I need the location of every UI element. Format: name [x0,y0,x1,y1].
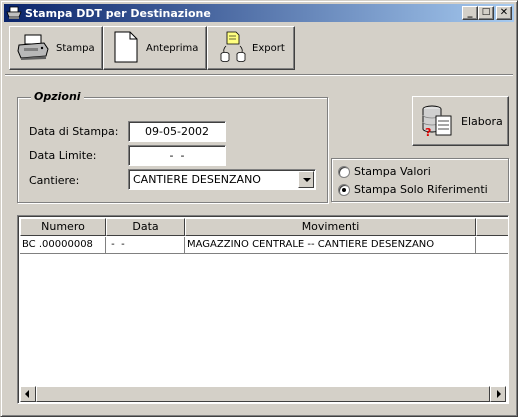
cell-numero[interactable]: BC .00000008 [20,237,106,254]
table-row[interactable]: BC .00000008 - - MAGAZZINO CENTRALE -- C… [20,237,508,254]
horizontal-scrollbar[interactable] [20,386,506,402]
stampa-label: Stampa [56,42,95,54]
minimize-button[interactable]: _ [462,6,478,20]
column-header-data[interactable]: Data [106,218,185,236]
radio-stampa-valori[interactable]: Stampa Valori [338,165,431,178]
opzioni-group: Opzioni Data di Stampa: 09-05-2002 Data … [17,90,328,203]
column-header-movimenti[interactable]: Movimenti [185,218,476,236]
data-stampa-field[interactable]: 09-05-2002 [128,121,226,142]
data-limite-label: Data Limite: [29,149,97,162]
database-question-icon: ? [421,103,453,140]
export-button[interactable]: Export [207,26,295,70]
opzioni-title: Opzioni [31,90,84,103]
title-bar: Stampa DDT per Destinazione _ □ ✕ [4,4,514,22]
close-button[interactable]: ✕ [496,6,512,20]
cantiere-select[interactable]: CANTIERE DESENZANO [128,169,316,190]
page-icon [114,31,138,66]
scroll-left-icon[interactable] [20,386,36,402]
grid-header: Numero Data Movimenti [20,218,508,236]
toolbar-separator [5,74,513,76]
radio-stampa-riferimenti[interactable]: Stampa Solo Riferimenti [338,183,488,196]
cell-movimenti[interactable]: MAGAZZINO CENTRALE -- CANTIERE DESENZANO [185,237,476,254]
cell-data[interactable]: - - [106,237,185,254]
anteprima-button[interactable]: Anteprima [103,26,207,70]
cell-extra[interactable] [476,237,508,254]
scroll-thumb[interactable] [36,386,490,402]
main-window: Stampa DDT per Destinazione _ □ ✕ Stampa [0,0,518,417]
elabora-label: Elabora [461,114,503,128]
chevron-down-icon[interactable] [298,171,314,188]
svg-text:?: ? [425,126,431,137]
export-label: Export [252,42,285,54]
printer-icon [16,33,50,64]
scroll-right-icon[interactable] [490,386,506,402]
cantiere-value: CANTIERE DESENZANO [133,173,261,186]
stampa-button[interactable]: Stampa [9,26,103,70]
stampa-riferimenti-label: Stampa Solo Riferimenti [354,183,488,196]
elabora-button[interactable]: ? Elabora [412,96,509,146]
column-header-extra[interactable] [476,218,508,236]
cantiere-label: Cantiere: [29,174,80,187]
movimenti-grid[interactable]: Numero Data Movimenti BC .00000008 - - M… [17,215,509,404]
data-limite-value: - - [169,149,185,162]
data-stampa-value: 09-05-2002 [145,125,209,138]
printer-icon [6,6,22,20]
maximize-button[interactable]: □ [478,6,494,20]
data-stampa-label: Data di Stampa: [29,125,119,138]
stampa-valori-label: Stampa Valori [354,165,431,178]
radio-button-selected[interactable] [338,183,350,196]
export-icon [220,31,246,66]
anteprima-label: Anteprima [146,42,199,54]
data-limite-field[interactable]: - - [128,145,226,166]
column-header-numero[interactable]: Numero [20,218,106,236]
radio-button[interactable] [338,165,350,178]
toolbar: Stampa Anteprima Export [9,26,295,70]
window-title: Stampa DDT per Destinazione [25,6,211,20]
stampa-mode-group: Stampa Valori Stampa Solo Riferimenti [331,158,509,202]
